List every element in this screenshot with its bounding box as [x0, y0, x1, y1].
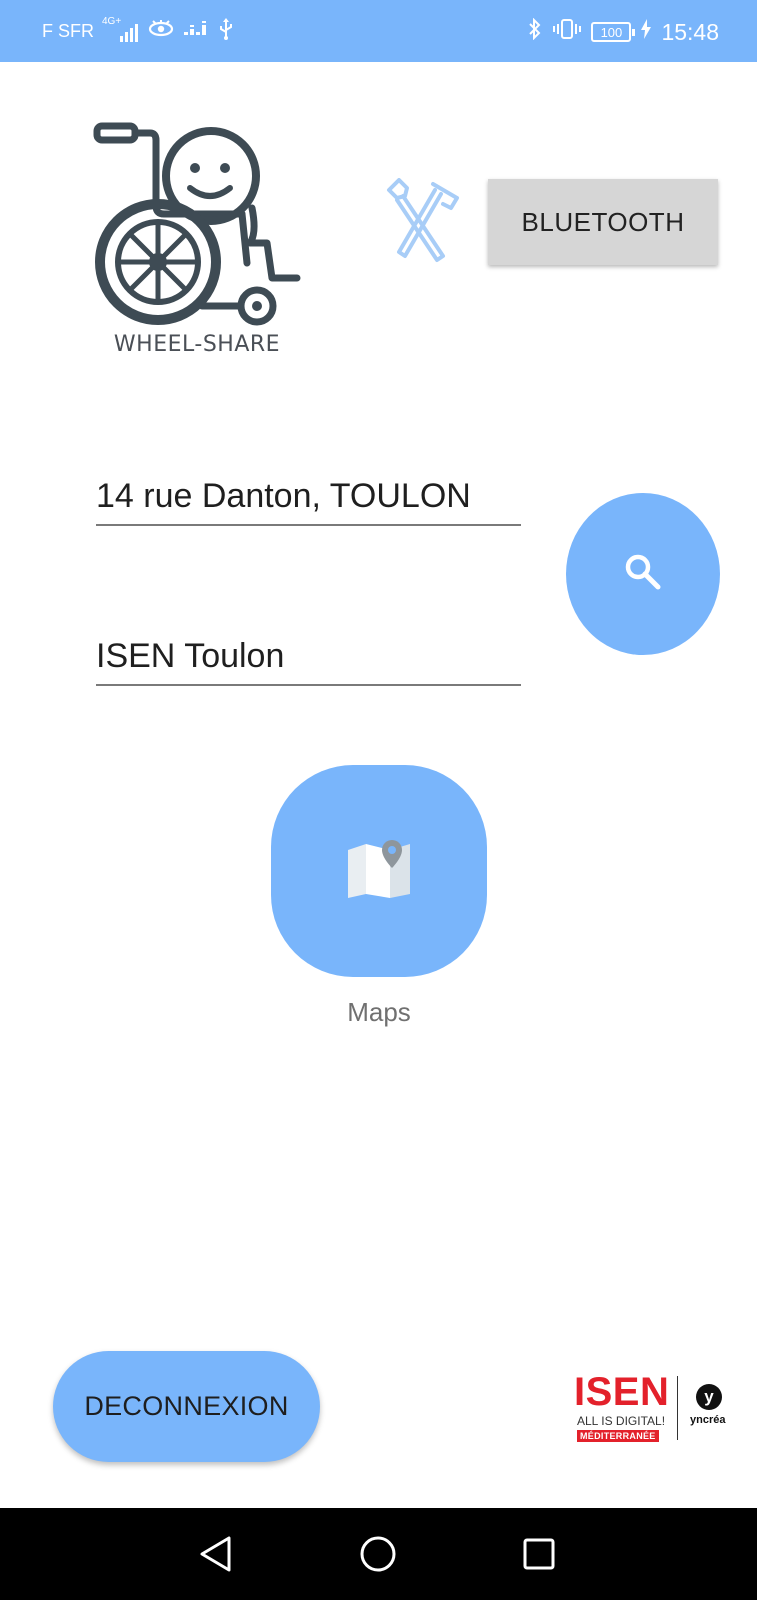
back-icon[interactable]	[190, 1528, 242, 1580]
maps-button[interactable]	[271, 765, 487, 977]
carrier-label: F SFR	[42, 21, 94, 41]
battery-level: 100	[600, 24, 623, 40]
isen-wordmark: ISEN	[574, 1370, 670, 1414]
search-icon	[623, 552, 663, 597]
status-right: 100 15:48	[527, 17, 719, 46]
usb-icon	[218, 18, 234, 45]
navigation-bar	[0, 1508, 757, 1600]
yncrea-label: yncréa	[690, 1414, 726, 1426]
maps-label: Maps	[347, 997, 411, 1027]
status-bar: F SFR 4G+ 100 15:48	[0, 0, 757, 62]
logout-button[interactable]: DECONNEXION	[53, 1351, 320, 1462]
network-type: 4G+	[102, 15, 122, 27]
battery-icon: 100	[591, 22, 636, 42]
home-icon[interactable]	[352, 1528, 404, 1580]
recents-icon[interactable]	[513, 1528, 565, 1580]
app-logo-text: WHEEL-SHARE	[113, 332, 281, 357]
tools-icon[interactable]	[385, 178, 465, 264]
eye-icon	[148, 20, 174, 43]
vibrate-icon	[553, 18, 582, 46]
data-icon	[184, 21, 208, 42]
from-address-field[interactable]: 14 rue Danton, TOULON	[96, 466, 521, 526]
status-left: F SFR 4G+	[42, 16, 234, 45]
isen-tagline: ALL IS DIGITAL!	[577, 1414, 666, 1428]
bluetooth-button[interactable]: BLUETOOTH	[488, 179, 718, 265]
isen-logo: ISEN ALL IS DIGITAL! MÉDITERRANÉE y yncr…	[574, 1372, 734, 1450]
search-button[interactable]	[566, 493, 720, 655]
wheelchair-smiley-icon	[92, 118, 322, 368]
logo-divider	[677, 1376, 678, 1440]
bluetooth-icon	[527, 17, 543, 46]
to-address-field[interactable]: ISEN Toulon	[96, 626, 521, 686]
clock: 15:48	[661, 18, 719, 45]
isen-region: MÉDITERRANÉE	[577, 1430, 659, 1442]
charging-icon	[641, 19, 652, 45]
yncrea-icon: y	[696, 1384, 722, 1410]
signal-icon: 4G+	[102, 16, 138, 42]
map-icon	[346, 839, 412, 903]
